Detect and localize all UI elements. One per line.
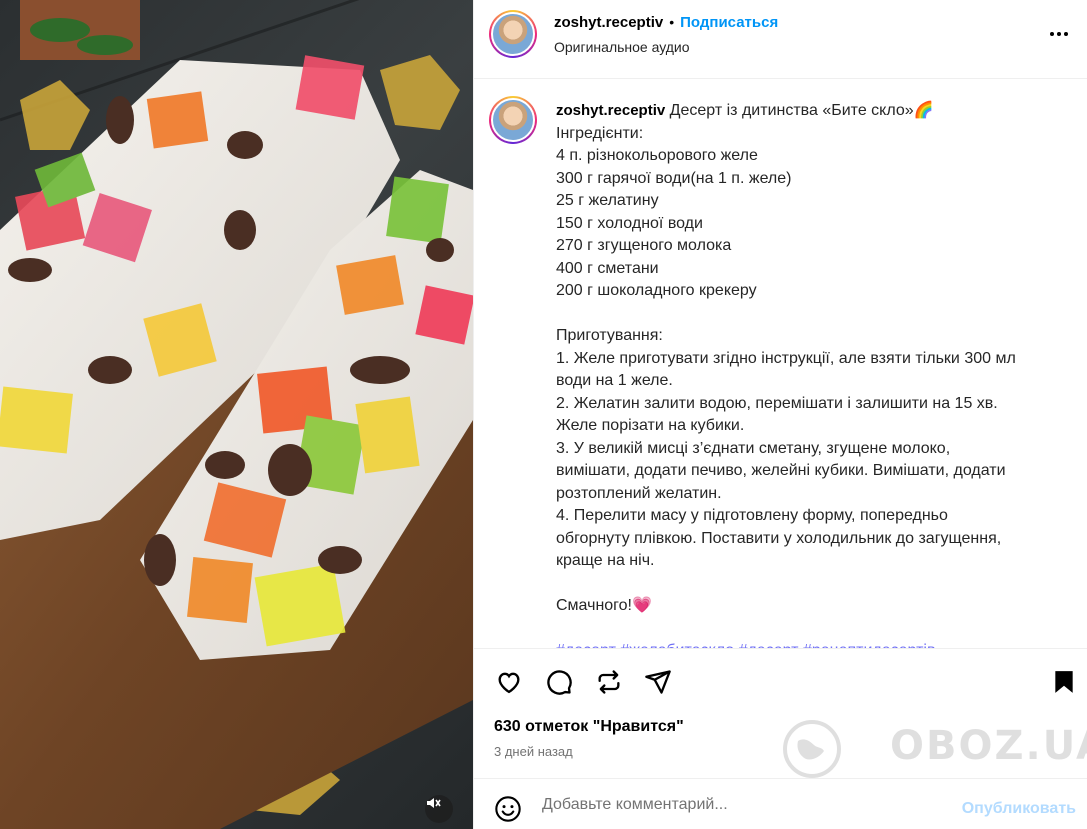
caption-line: обгорнуту плівкою. Поставити у холодильн… <box>556 529 1002 547</box>
caption-line: краще на ніч. <box>556 552 655 569</box>
caption-line: 400 г сметани <box>556 259 659 277</box>
caption-line: 4 п. різнокольорового желе <box>556 147 758 164</box>
watermark: OBOZ.UA <box>782 719 1087 779</box>
caption-line: 200 г шоколадного крекеру <box>556 282 757 299</box>
like-button[interactable] <box>493 666 525 698</box>
caption-avatar[interactable] <box>489 96 537 144</box>
watermark-text: OBOZ.UA <box>890 723 1087 769</box>
caption-line: Інгредієнти: <box>556 124 644 142</box>
likes-count[interactable]: 630 отметок "Нравится" <box>494 718 684 736</box>
caption-section: zoshyt.receptiv Десерт із дитинства «Бит… <box>474 80 1087 648</box>
more-icon <box>1050 32 1054 36</box>
comment-input[interactable] <box>542 791 942 819</box>
share-button[interactable] <box>642 666 674 698</box>
bookmark-icon <box>1055 671 1073 693</box>
caption-line: 300 г гарячої води(на 1 п. желе) <box>556 169 792 187</box>
author-username[interactable]: zoshyt.receptiv <box>554 14 663 31</box>
caption-line: 25 г желатину <box>556 192 659 209</box>
caption-line: 1. Желе приготувати згідно інструкції, а… <box>556 349 1016 367</box>
comment-button[interactable] <box>543 666 575 698</box>
caption-line: Желе порізати на кубики. <box>556 417 745 434</box>
audio-link[interactable]: Оригинальное аудио <box>554 39 690 55</box>
caption-line <box>556 618 1066 641</box>
globe-logo-icon <box>783 720 841 778</box>
dessert-photo <box>0 0 473 829</box>
caption-line: вимішати, додати печиво, желейні кубики.… <box>556 462 1006 479</box>
caption-line: 2. Желатин залити водою, перемішати і за… <box>556 394 998 412</box>
caption-line: Смачного!💗 <box>556 597 652 614</box>
post-panel: zoshyt.receptiv • Подписаться Оригинальное… <box>473 0 1087 829</box>
caption-username[interactable]: zoshyt.receptiv <box>556 102 665 119</box>
caption-title: Десерт із дитинства «Бите скло»🌈 <box>669 102 934 119</box>
caption-line <box>556 573 1066 596</box>
muted-speaker-icon <box>427 798 441 808</box>
heart-icon <box>498 672 520 694</box>
avatar[interactable] <box>489 10 537 58</box>
post-media[interactable] <box>0 0 473 829</box>
post-header: zoshyt.receptiv • Подписаться Оригинальное… <box>474 0 1087 79</box>
caption-text: zoshyt.receptiv Десерт із дитинства «Бит… <box>556 100 1066 648</box>
send-icon <box>645 670 671 694</box>
hashtags[interactable]: #десерт #желебитескло #десерт #рецептиде… <box>556 640 1066 648</box>
follow-button[interactable]: Подписаться <box>680 14 778 31</box>
mute-button[interactable] <box>425 795 453 823</box>
emoji-icon <box>495 796 521 822</box>
caption-line: 270 г згущеного молока <box>556 237 732 254</box>
separator-dot: • <box>669 14 675 30</box>
more-options-button[interactable] <box>1044 22 1074 46</box>
publish-button[interactable]: Опубликовать <box>962 800 1076 818</box>
caption-line: розтоплений желатин. <box>556 484 722 502</box>
post-time[interactable]: 3 дней назад <box>494 744 573 759</box>
save-button[interactable] <box>1048 666 1080 698</box>
repost-icon <box>598 670 620 694</box>
caption-line: 150 г холодної води <box>556 214 703 232</box>
repost-button[interactable] <box>593 666 625 698</box>
comment-icon <box>547 670 572 695</box>
caption-line: 3. У великій мисці з’єднати сметану, згу… <box>556 439 951 457</box>
caption-line: води на 1 желе. <box>556 372 673 389</box>
caption-line <box>556 303 1066 326</box>
emoji-button[interactable] <box>494 795 522 823</box>
caption-line: Приготування: <box>556 327 663 344</box>
comment-bar: Опубликовать <box>474 778 1087 829</box>
caption-line: 4. Перелити масу у підготовлену форму, п… <box>556 507 948 524</box>
post-actions: 630 отметок "Нравится" 3 дней назад OBOZ… <box>474 648 1087 778</box>
